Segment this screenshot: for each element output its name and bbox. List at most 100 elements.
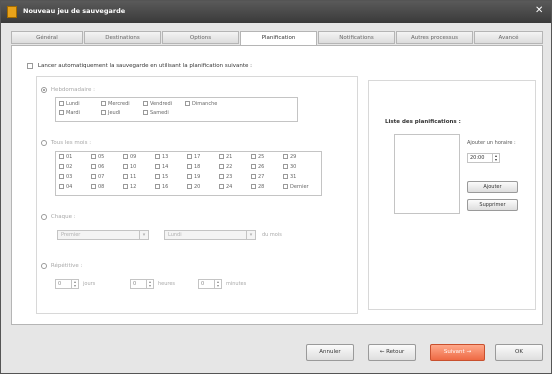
monthday-checkbox[interactable]: Dernier xyxy=(283,184,309,190)
spinner-arrows-icon[interactable]: ▴ ▾ xyxy=(214,280,221,288)
weekday-checkbox[interactable]: Samedi xyxy=(143,110,169,116)
monthday-check[interactable] xyxy=(219,164,224,169)
tab-autres-processus[interactable]: Autres processus xyxy=(396,31,473,44)
monthday-checkbox[interactable]: 29 xyxy=(283,154,296,160)
monthday-checkbox[interactable]: 14 xyxy=(155,164,168,170)
monthday-checkbox[interactable]: 09 xyxy=(123,154,136,160)
monthday-checkbox[interactable]: 18 xyxy=(187,164,200,170)
monthday-checkbox[interactable]: 25 xyxy=(251,154,264,160)
every-day-select[interactable]: Lundi ▾ xyxy=(164,230,256,240)
weekly-option[interactable]: Hebdomadaire : xyxy=(41,86,95,93)
weekday-check[interactable] xyxy=(59,110,64,115)
schedule-list[interactable] xyxy=(394,134,460,214)
tab-planification[interactable]: Planification xyxy=(240,31,317,45)
monthly-option[interactable]: Tous les mois : xyxy=(41,139,91,146)
tab-general[interactable]: Général xyxy=(11,31,83,44)
monthday-check[interactable] xyxy=(251,154,256,159)
tab-notifications[interactable]: Notifications xyxy=(318,31,395,44)
weekday-check[interactable] xyxy=(59,101,64,106)
back-button[interactable]: ← Retour xyxy=(368,344,416,361)
weekday-checkbox[interactable]: Mardi xyxy=(59,110,80,116)
monthday-check[interactable] xyxy=(187,154,192,159)
days-spinner[interactable]: 0 ▴ ▾ xyxy=(55,279,79,289)
weekday-check[interactable] xyxy=(185,101,190,106)
cancel-button[interactable]: Annuler xyxy=(306,344,354,361)
monthday-checkbox[interactable]: 13 xyxy=(155,154,168,160)
next-button[interactable]: Suivant → xyxy=(430,344,485,361)
monthday-check[interactable] xyxy=(283,184,288,189)
monthday-check[interactable] xyxy=(251,174,256,179)
monthday-checkbox[interactable]: 08 xyxy=(91,184,104,190)
monthday-checkbox[interactable]: 30 xyxy=(283,164,296,170)
delete-time-button[interactable]: Supprimer xyxy=(467,199,518,211)
periodic-radio[interactable] xyxy=(41,262,47,269)
monthday-checkbox[interactable]: 24 xyxy=(219,184,232,190)
monthday-check[interactable] xyxy=(187,164,192,169)
spinner-arrows-icon[interactable]: ▴ ▾ xyxy=(146,280,153,288)
monthday-checkbox[interactable]: 07 xyxy=(91,174,104,180)
auto-schedule-row[interactable]: Lancer automatiquement la sauvegarde en … xyxy=(27,62,252,69)
every-radio[interactable] xyxy=(41,213,47,220)
time-spinner[interactable]: 20:00 ▴ ▾ xyxy=(467,153,500,163)
monthday-check[interactable] xyxy=(91,154,96,159)
monthday-check[interactable] xyxy=(155,174,160,179)
monthday-checkbox[interactable]: 20 xyxy=(187,184,200,190)
tab-avance[interactable]: Avancé xyxy=(474,31,543,44)
every-option[interactable]: Chaque : xyxy=(41,213,76,220)
periodic-option[interactable]: Répétitive : xyxy=(41,262,82,269)
monthday-check[interactable] xyxy=(123,184,128,189)
monthday-checkbox[interactable]: 19 xyxy=(187,174,200,180)
monthday-checkbox[interactable]: 12 xyxy=(123,184,136,190)
monthday-checkbox[interactable]: 21 xyxy=(219,154,232,160)
weekday-check[interactable] xyxy=(143,101,148,106)
ok-button[interactable]: OK xyxy=(495,344,543,361)
monthday-check[interactable] xyxy=(91,174,96,179)
monthday-check[interactable] xyxy=(187,174,192,179)
monthday-check[interactable] xyxy=(59,154,64,159)
spinner-arrows-icon[interactable]: ▴ ▾ xyxy=(492,154,499,162)
monthday-checkbox[interactable]: 10 xyxy=(123,164,136,170)
weekday-checkbox[interactable]: Vendredi xyxy=(143,101,172,107)
add-time-button[interactable]: Ajouter xyxy=(467,181,518,193)
weekday-checkbox[interactable]: Lundi xyxy=(59,101,80,107)
monthday-check[interactable] xyxy=(59,164,64,169)
tab-destinations[interactable]: Destinations xyxy=(84,31,161,44)
monthday-check[interactable] xyxy=(219,184,224,189)
monthday-checkbox[interactable]: 06 xyxy=(91,164,104,170)
monthday-checkbox[interactable]: 28 xyxy=(251,184,264,190)
monthday-check[interactable] xyxy=(283,174,288,179)
weekday-checkbox[interactable]: Dimanche xyxy=(185,101,217,107)
minutes-spinner[interactable]: 0 ▴ ▾ xyxy=(198,279,222,289)
weekday-checkbox[interactable]: Mercredi xyxy=(101,101,130,107)
monthday-checkbox[interactable]: 02 xyxy=(59,164,72,170)
monthday-checkbox[interactable]: 11 xyxy=(123,174,136,180)
monthday-check[interactable] xyxy=(59,184,64,189)
hours-spinner[interactable]: 0 ▴ ▾ xyxy=(130,279,154,289)
monthday-check[interactable] xyxy=(187,184,192,189)
monthday-check[interactable] xyxy=(219,154,224,159)
close-icon[interactable]: ✕ xyxy=(535,6,543,16)
monthday-checkbox[interactable]: 04 xyxy=(59,184,72,190)
monthday-checkbox[interactable]: 26 xyxy=(251,164,264,170)
monthday-check[interactable] xyxy=(251,164,256,169)
monthday-checkbox[interactable]: 27 xyxy=(251,174,264,180)
monthly-radio[interactable] xyxy=(41,139,47,146)
weekday-check[interactable] xyxy=(101,101,106,106)
every-ordinal-select[interactable]: Premier ▾ xyxy=(57,230,149,240)
weekday-check[interactable] xyxy=(101,110,106,115)
monthday-checkbox[interactable]: 01 xyxy=(59,154,72,160)
weekday-checkbox[interactable]: Jeudi xyxy=(101,110,120,116)
tab-options[interactable]: Options xyxy=(162,31,239,44)
monthday-check[interactable] xyxy=(283,164,288,169)
monthday-check[interactable] xyxy=(59,174,64,179)
monthday-checkbox[interactable]: 31 xyxy=(283,174,296,180)
monthday-checkbox[interactable]: 03 xyxy=(59,174,72,180)
monthday-check[interactable] xyxy=(91,164,96,169)
spinner-arrows-icon[interactable]: ▴ ▾ xyxy=(71,280,78,288)
monthday-checkbox[interactable]: 15 xyxy=(155,174,168,180)
monthday-checkbox[interactable]: 17 xyxy=(187,154,200,160)
monthday-checkbox[interactable]: 05 xyxy=(91,154,104,160)
monthday-check[interactable] xyxy=(123,174,128,179)
auto-schedule-checkbox[interactable] xyxy=(27,62,33,69)
monthday-checkbox[interactable]: 22 xyxy=(219,164,232,170)
